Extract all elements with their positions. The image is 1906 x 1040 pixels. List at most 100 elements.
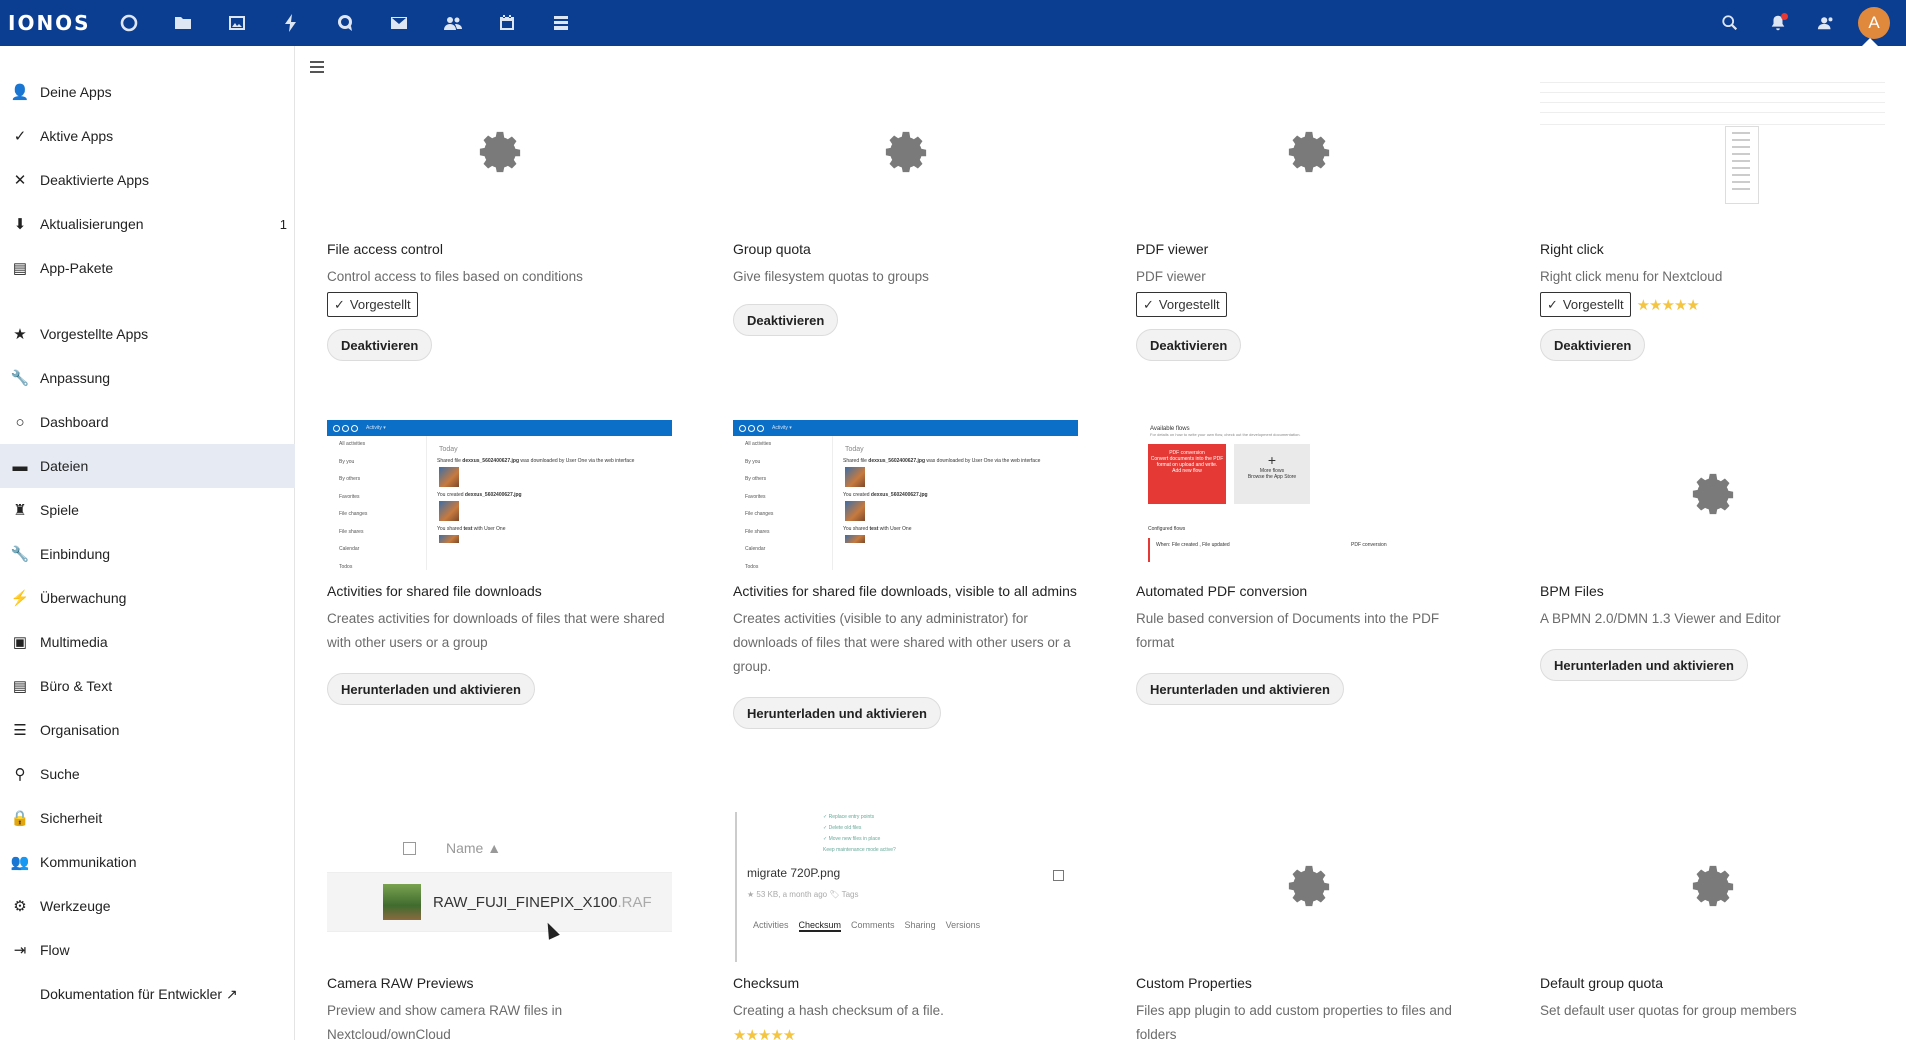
- search-icon: ⚲: [14, 766, 26, 783]
- app-screenshot: Name ▲ RAW_FUJI_FINEPIX_X100.RAF: [327, 812, 672, 962]
- files-icon[interactable]: [156, 0, 210, 46]
- talk-icon[interactable]: [318, 0, 372, 46]
- sidebar-item[interactable]: ⚡ Überwachung: [0, 576, 295, 620]
- gear-icon: [1288, 865, 1329, 907]
- app-name: Camera RAW Previews: [327, 975, 474, 991]
- disable-button[interactable]: Deaktivieren: [1136, 329, 1242, 361]
- sidebar-item-label: Büro & Text: [40, 678, 113, 694]
- gear-icon: ⚙: [13, 898, 27, 915]
- sidebar-item[interactable]: 🔒 Sicherheit: [0, 796, 295, 840]
- sidebar-item[interactable]: ⚙ Werkzeuge: [0, 884, 295, 928]
- download-enable-button[interactable]: Herunterladen und aktivieren: [327, 673, 535, 705]
- disable-button[interactable]: Deaktivieren: [1540, 329, 1646, 361]
- wrench-icon: 🔧: [10, 370, 30, 387]
- disable-button[interactable]: Deaktivieren: [733, 304, 839, 336]
- deck-icon[interactable]: [534, 0, 588, 46]
- sidebar-item[interactable]: ▤ App-Pakete: [0, 246, 295, 290]
- app-screenshot: Available flows For details on how to wr…: [1136, 420, 1481, 570]
- rating-stars: ★★★★★: [733, 1027, 796, 1040]
- sidebar-item[interactable]: ▤ Büro & Text: [0, 664, 295, 708]
- wrench-icon: 🔧: [10, 546, 30, 563]
- disable-button[interactable]: Deaktivieren: [327, 329, 433, 361]
- app-screenshot: [1540, 78, 1885, 228]
- sidebar-item-label: Aktualisierungen: [40, 216, 144, 232]
- app-description: Give filesystem quotas to groups: [733, 269, 929, 284]
- package-icon: ▤: [12, 260, 28, 277]
- sidebar-item[interactable]: ⇥ Flow: [0, 928, 295, 972]
- app-preview: [1136, 78, 1481, 228]
- sidebar-item[interactable]: ⬇ Aktualisierungen 1: [0, 202, 295, 246]
- featured-badge: ✓ Vorgestellt: [1136, 292, 1227, 317]
- download-enable-button[interactable]: Herunterladen und aktivieren: [733, 697, 941, 729]
- featured-badge: ✓ Vorgestellt: [327, 292, 418, 317]
- sidebar-item[interactable]: 🔧 Einbindung: [0, 532, 295, 576]
- sidebar-item[interactable]: ☰ Organisation: [0, 708, 295, 752]
- app-name: Custom Properties: [1136, 975, 1252, 991]
- star-icon: ★: [13, 326, 27, 343]
- menu-toggle-icon[interactable]: [308, 58, 326, 76]
- app-preview: [1136, 812, 1481, 962]
- app-name: Automated PDF conversion: [1136, 583, 1308, 599]
- app-description: Rule based conversion of Documents into …: [1136, 611, 1440, 650]
- check-icon: ✓: [1547, 296, 1558, 312]
- sidebar-item[interactable]: ★ Vorgestellte Apps: [0, 312, 295, 356]
- app-card-automated-pdf-conversion: Available flows For details on how to wr…: [1136, 420, 1481, 705]
- notification-badge: [1781, 13, 1788, 20]
- sidebar-item[interactable]: Dokumentation für Entwickler ↗: [0, 972, 295, 1016]
- rating-stars: ★★★★★: [1636, 296, 1700, 314]
- photos-icon[interactable]: [210, 0, 264, 46]
- calendar-icon[interactable]: [480, 0, 534, 46]
- sidebar-item[interactable]: 🔧 Anpassung: [0, 356, 295, 400]
- app-name: BPM Files: [1540, 583, 1604, 599]
- app-name: Activities for shared file downloads: [327, 583, 542, 599]
- app-card-group-quota: Group quota Give filesystem quotas to gr…: [733, 78, 1078, 336]
- app-description: Preview and show camera RAW files in Nex…: [327, 1003, 563, 1040]
- app-name: Activities for shared file downloads, vi…: [733, 583, 1077, 599]
- sidebar-item-label: Suche: [40, 766, 80, 782]
- ionos-logo[interactable]: IONOS: [8, 11, 92, 35]
- flow-icon: ⇥: [13, 942, 27, 959]
- update-count: 1: [279, 216, 287, 232]
- contacts-icon[interactable]: [426, 0, 480, 46]
- sidebar-item[interactable]: ♜ Spiele: [0, 488, 295, 532]
- app-card-bpm-files: BPM Files A BPMN 2.0/DMN 1.3 Viewer and …: [1540, 420, 1885, 681]
- sidebar-item[interactable]: ▣ Multimedia: [0, 620, 295, 664]
- sidebar-item-label: Dashboard: [40, 414, 109, 430]
- sidebar-item[interactable]: 👥 Kommunikation: [0, 840, 295, 884]
- app-name: Checksum: [733, 975, 800, 991]
- app-menu: [102, 0, 588, 46]
- mail-icon[interactable]: [372, 0, 426, 46]
- games-icon: ♜: [13, 502, 27, 519]
- user-icon: 👤: [10, 84, 30, 101]
- image-icon: ▣: [12, 634, 28, 651]
- app-name: File access control: [327, 241, 443, 257]
- sidebar-item[interactable]: ⚲ Suche: [0, 752, 295, 796]
- dashboard-icon[interactable]: [102, 0, 156, 46]
- download-enable-button[interactable]: Herunterladen und aktivieren: [1540, 649, 1748, 681]
- app-name: PDF viewer: [1136, 241, 1209, 257]
- app-name: Right click: [1540, 241, 1604, 257]
- sidebar-item[interactable]: ✓ Aktive Apps: [0, 114, 295, 158]
- notifications-icon[interactable]: [1754, 0, 1802, 46]
- app-name: Group quota: [733, 241, 811, 257]
- download-enable-button[interactable]: Herunterladen und aktivieren: [1136, 673, 1344, 705]
- app-description: Set default user quotas for group member…: [1540, 1003, 1797, 1018]
- sidebar-item-label: App-Pakete: [40, 260, 114, 276]
- sidebar-item[interactable]: 👤 Deine Apps: [0, 70, 295, 114]
- search-icon[interactable]: [1706, 0, 1754, 46]
- sidebar-item-label: Flow: [40, 942, 70, 958]
- activity-icon[interactable]: [264, 0, 318, 46]
- app-card-pdf-viewer: PDF viewer PDF viewer ✓ Vorgestellt Deakt…: [1136, 78, 1481, 361]
- sidebar-item[interactable]: ✕ Deaktivierte Apps: [0, 158, 295, 202]
- app-card-right-click: Right click Right click menu for Nextclo…: [1540, 78, 1885, 361]
- app-description: Control access to files based on conditi…: [327, 269, 583, 284]
- app-card-activities-downloads-admins: Activity ▾ All activities By you By others…: [733, 420, 1078, 729]
- sidebar-item[interactable]: ○ Dashboard: [0, 400, 295, 444]
- avatar[interactable]: A: [1858, 7, 1890, 39]
- activity-icon: ⚡: [10, 590, 30, 607]
- sidebar-item[interactable]: ▬ Dateien: [0, 444, 295, 488]
- header-right: A: [1706, 0, 1906, 46]
- close-icon: ✕: [13, 172, 27, 189]
- contacts-menu-icon[interactable]: [1802, 0, 1850, 46]
- app-card-file-access-control: File access control Control access to fi…: [327, 78, 672, 361]
